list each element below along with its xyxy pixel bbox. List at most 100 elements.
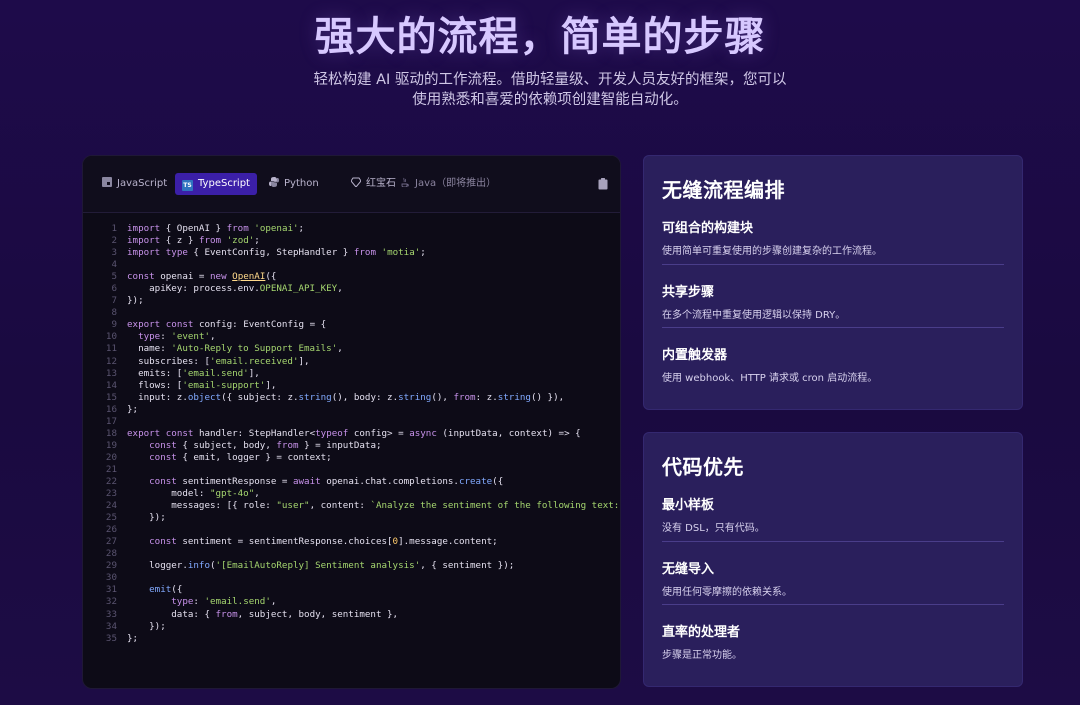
code-line: 32 type: 'email.send', (83, 596, 620, 608)
line-number: 26 (105, 524, 117, 536)
code-text: }); (127, 512, 166, 524)
code-line: 7}); (83, 295, 620, 307)
code-text: }); (127, 295, 144, 307)
line-number: 8 (111, 307, 117, 319)
line-number: 34 (105, 620, 117, 632)
code-line: 29 logger.info('[EmailAutoReply] Sentime… (83, 560, 620, 572)
feature-item: 可组合的构建块 使用简单可重复使用的步骤创建复杂的工作流程。 (662, 217, 1004, 265)
divider (662, 604, 1004, 605)
code-text: input: z.object({ subject: z.string(), b… (127, 391, 565, 403)
line-number: 28 (105, 548, 117, 560)
card-flow-orchestration: 无缝流程编排 可组合的构建块 使用简单可重复使用的步骤创建复杂的工作流程。 共享… (643, 155, 1023, 410)
clipboard-icon[interactable] (598, 178, 608, 190)
feature-desc: 没有 DSL，只有代码。 (662, 523, 765, 534)
code-line: 14 flows: ['email-support'], (83, 380, 620, 392)
code-line: 10 type: 'event', (83, 331, 620, 343)
code-line: 31 emit({ (83, 584, 620, 596)
card-code-first: 代码优先 最小样板 没有 DSL，只有代码。 无缝导入 使用任何零摩擦的依赖关系… (643, 432, 1023, 687)
line-number: 4 (111, 259, 117, 271)
line-number: 27 (105, 536, 117, 548)
code-text: model: "gpt-4o", (127, 488, 260, 500)
ts-icon: TS (182, 180, 193, 191)
js-icon (102, 177, 112, 187)
code-line: 6 apiKey: process.env.OPENAI_API_KEY, (83, 283, 620, 295)
line-number: 2 (111, 235, 117, 247)
code-line: 22 const sentimentResponse = await opena… (83, 476, 620, 488)
line-number: 20 (105, 451, 117, 463)
code-line: 4 (83, 259, 620, 271)
feature-item: 无缝导入 使用任何零摩擦的依赖关系。 (662, 558, 1004, 605)
code-line: 15 input: z.object({ subject: z.string()… (83, 392, 620, 404)
code-line: 2 import { z } from 'zod'; (83, 235, 620, 247)
feature-desc: 使用简单可重复使用的步骤创建复杂的工作流程。 (662, 246, 882, 257)
tab-label: Java（即将推出） (415, 178, 497, 189)
code-text: type: 'event', (138, 331, 216, 343)
line-number: 21 (105, 463, 117, 475)
code-text: subscribes: ['email.received'], (127, 355, 310, 367)
code-line: 9 export const config: EventConfig = { (83, 319, 620, 331)
hero-title: 强大的流程，简单的步骤 (314, 14, 766, 60)
tab-java[interactable]: Java（即将推出） (393, 173, 503, 195)
code-text: }); (127, 620, 166, 632)
code-text: messages: [{ role: "user", content: `Ana… (127, 500, 621, 512)
line-number: 22 (105, 475, 117, 487)
feature-title: 内置触发器 (662, 348, 728, 363)
line-number: 5 (111, 271, 117, 283)
tab-javascript[interactable]: JavaScript (95, 173, 174, 195)
code-line: 25 }); (83, 512, 620, 524)
feature-title: 无缝导入 (662, 562, 715, 577)
ruby-icon (351, 177, 361, 187)
feature-item: 最小样板 没有 DSL，只有代码。 (662, 494, 1004, 542)
line-number: 12 (105, 355, 117, 367)
line-number: 29 (105, 560, 117, 572)
line-number: 35 (105, 632, 117, 644)
line-number: 16 (105, 403, 117, 415)
code-text: const { subject, body, from } = inputDat… (149, 439, 382, 451)
hero-subtitle-line-1: 轻松构建 AI 驱动的工作流程。借助轻量级、开发人员友好的框架，您可以 (313, 72, 787, 88)
tab-typescript[interactable]: TS TypeScript (175, 173, 257, 195)
code-text: emit({ (149, 584, 183, 596)
code-line: 8 (83, 307, 620, 319)
feature-item: 内置触发器 使用 webhook、HTTP 请求或 cron 启动流程。 (662, 344, 1004, 384)
code-line: 1 import { OpenAI } from 'openai'; (83, 223, 620, 235)
line-number: 10 (105, 331, 117, 343)
feature-item: 共享步骤 在多个流程中重复使用逻辑以保持 DRY。 (662, 281, 1004, 328)
divider (662, 327, 1004, 328)
feature-title: 直率的处理者 (662, 625, 741, 640)
line-number: 31 (105, 584, 117, 596)
tab-label: JavaScript (117, 178, 168, 189)
divider (662, 541, 1004, 542)
tab-python[interactable]: Python (262, 173, 326, 195)
python-icon (269, 177, 279, 187)
line-number: 7 (111, 295, 117, 307)
line-number: 13 (105, 367, 117, 379)
tab-label: Python (284, 178, 319, 189)
line-number: 19 (105, 439, 117, 451)
code-line: 12 subscribes: ['email.received'], (83, 356, 620, 368)
feature-desc: 步骤是正常功能。 (662, 650, 742, 661)
line-number: 25 (105, 512, 117, 524)
code-text: logger.info('[EmailAutoReply] Sentiment … (127, 560, 515, 572)
code-text: const openai = new OpenAI({ (127, 271, 277, 283)
feature-title: 共享步骤 (662, 285, 715, 300)
line-number: 6 (111, 283, 117, 295)
line-number: 14 (105, 379, 117, 391)
hero-subtitle-line-2: 使用熟悉和喜爱的依赖项创建智能自动化。 (412, 92, 688, 108)
line-number: 24 (105, 500, 117, 512)
code-text: }; (127, 403, 139, 415)
java-icon (401, 177, 409, 187)
code-text: emits: ['email.send'], (127, 367, 260, 379)
line-number: 1 (111, 223, 117, 234)
line-number: 33 (105, 608, 117, 620)
line-number: 18 (105, 427, 117, 439)
code-line: 17 (83, 416, 620, 428)
code-line: 30 (83, 572, 620, 584)
code-text: import { z } from 'zod'; (127, 235, 260, 247)
line-number: 11 (105, 343, 117, 355)
code-line: 13 emits: ['email.send'], (83, 368, 620, 380)
code-line: 3 import type { EventConfig, StepHandler … (83, 247, 620, 259)
code-line: 33 data: { from, subject, body, sentimen… (83, 609, 620, 621)
feature-desc: 使用任何零摩擦的依赖关系。 (662, 587, 792, 598)
code-line: 27 const sentiment = sentimentResponse.c… (83, 536, 620, 548)
code-text: export const handler: StepHandler<typeof… (127, 427, 581, 439)
